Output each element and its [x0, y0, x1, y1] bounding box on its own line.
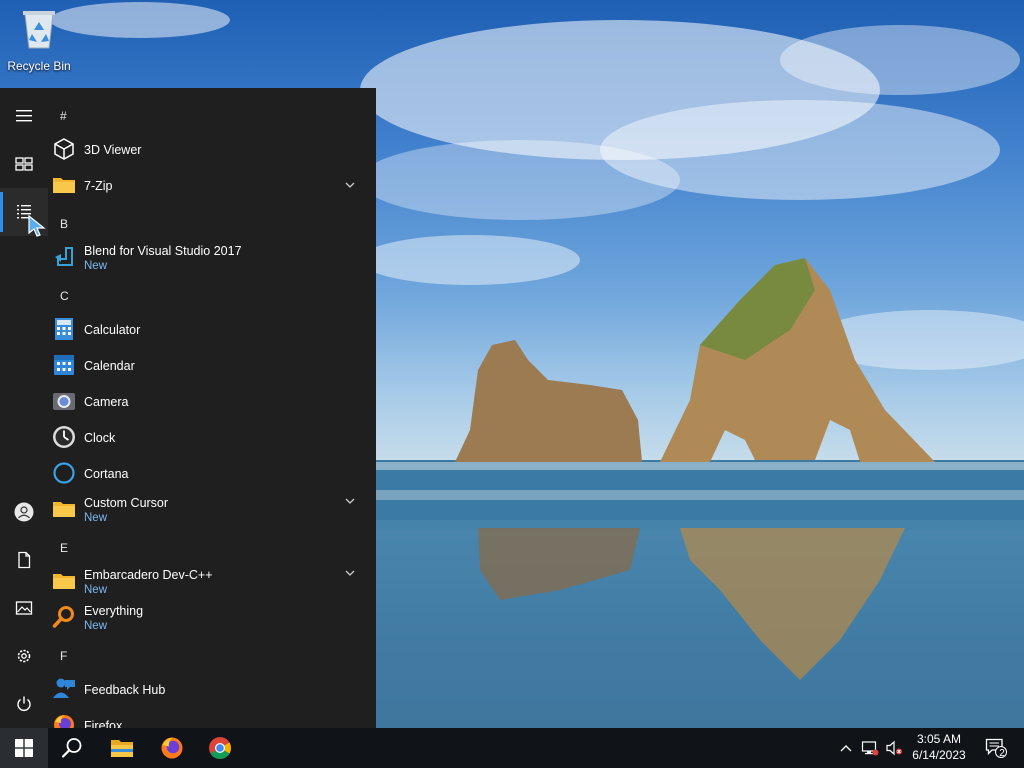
file-explorer-icon	[111, 740, 133, 757]
settings-button[interactable]	[0, 632, 48, 680]
firefox-icon	[161, 737, 183, 759]
app-name: Firefox	[84, 719, 123, 728]
camera-icon	[53, 393, 75, 410]
app-clock[interactable]: Clock	[48, 419, 368, 455]
clock-date: 6/14/2023	[912, 748, 966, 762]
new-label: New	[84, 620, 108, 632]
start-button[interactable]	[0, 728, 48, 768]
letter-header-b[interactable]: B	[60, 217, 68, 231]
search-icon	[61, 738, 82, 758]
app-name: Cortana	[84, 467, 129, 481]
pictures-icon	[15, 601, 33, 615]
chrome-icon	[209, 737, 231, 759]
calendar-icon	[54, 355, 74, 375]
app-name: Feedback Hub	[84, 683, 166, 697]
app-camera[interactable]: Camera	[48, 383, 368, 419]
start-rail	[0, 88, 48, 728]
app-feedback-hub[interactable]: Feedback Hub	[48, 671, 368, 707]
chevron-up-icon	[840, 745, 852, 752]
network-status-button[interactable]	[860, 738, 880, 758]
feedback-hub-icon	[53, 678, 75, 698]
new-label: New	[84, 260, 108, 272]
app-7-zip-folder[interactable]: 7-Zip	[48, 167, 368, 203]
taskbar-search-button[interactable]	[48, 728, 96, 768]
network-disconnected-icon	[861, 741, 879, 756]
firefox-icon	[54, 715, 74, 728]
chevron-down-icon	[345, 498, 355, 504]
app-blend-for-visual-studio[interactable]: Blend for Visual Studio 2017 New	[48, 239, 368, 275]
chevron-down-icon	[345, 182, 355, 188]
clock-time: 3:05 AM	[916, 732, 962, 746]
new-label: New	[84, 512, 108, 524]
app-calculator[interactable]: Calculator	[48, 311, 368, 347]
app-name: 7-Zip	[84, 179, 113, 193]
user-account-icon	[14, 502, 34, 522]
app-name: Blend for Visual Studio 2017	[84, 244, 242, 258]
taskbar: 3:05 AM 6/14/2023 2	[0, 728, 1024, 768]
app-name: Clock	[84, 431, 116, 445]
documents-button[interactable]	[0, 536, 48, 584]
app-firefox[interactable]: Firefox	[48, 707, 368, 728]
user-account-button[interactable]	[0, 488, 48, 536]
taskbar-clock[interactable]: 3:05 AM 6/14/2023	[904, 731, 974, 763]
app-name: Custom Cursor	[84, 496, 169, 510]
mouse-pointer-cursor-icon	[28, 214, 46, 237]
chevron-down-icon	[345, 570, 355, 576]
letter-header-f[interactable]: F	[60, 649, 67, 663]
volume-button[interactable]	[884, 738, 904, 758]
expand-menu-button[interactable]	[0, 92, 48, 140]
app-name: Embarcadero Dev-C++	[84, 568, 213, 582]
app-embarcadero-dev-cpp-folder[interactable]: Embarcadero Dev-C++ New	[48, 563, 368, 599]
folder-icon	[53, 574, 75, 589]
new-label: New	[84, 584, 108, 596]
app-cortana[interactable]: Cortana	[48, 455, 368, 491]
app-name: 3D Viewer	[84, 143, 142, 157]
recycle-bin-label: Recycle Bin	[7, 59, 71, 73]
blend-icon	[54, 247, 74, 267]
show-hidden-icons-button[interactable]	[836, 738, 856, 758]
recycle-bin-icon	[23, 11, 55, 49]
app-name: Calculator	[84, 323, 141, 337]
letter-header-c[interactable]: C	[60, 289, 69, 303]
tiles-button[interactable]	[0, 140, 48, 188]
clock-icon	[53, 426, 75, 448]
app-name: Camera	[84, 395, 129, 409]
notification-count: 2	[999, 748, 1005, 759]
folder-icon	[53, 502, 75, 517]
app-3d-viewer[interactable]: 3D Viewer	[48, 131, 368, 167]
power-button[interactable]	[0, 680, 48, 728]
cube-icon	[54, 138, 74, 160]
taskbar-file-explorer-button[interactable]	[98, 728, 146, 768]
windows-logo-icon	[15, 739, 33, 757]
tiles-icon	[15, 157, 33, 171]
cortana-icon	[53, 462, 75, 484]
taskbar-chrome-button[interactable]	[196, 728, 244, 768]
settings-gear-icon	[17, 649, 31, 663]
recycle-bin-desktop-icon[interactable]: Recycle Bin	[4, 8, 74, 73]
all-apps-button[interactable]	[0, 188, 48, 237]
calculator-icon	[55, 318, 73, 340]
pictures-button[interactable]	[0, 584, 48, 632]
power-icon	[17, 696, 31, 711]
taskbar-firefox-button[interactable]	[148, 728, 196, 768]
app-custom-cursor-folder[interactable]: Custom Cursor New	[48, 491, 368, 527]
app-name: Calendar	[84, 359, 135, 373]
magnifier-icon	[52, 606, 74, 628]
app-calendar[interactable]: Calendar	[48, 347, 368, 383]
start-menu: # 3D Viewer 7-Zip B Blend for Visual Stu…	[0, 88, 376, 728]
all-apps-list: # 3D Viewer 7-Zip B Blend for Visual Stu…	[48, 88, 376, 728]
volume-muted-icon	[886, 740, 902, 756]
folder-icon	[53, 178, 75, 193]
app-name: Everything	[84, 604, 144, 618]
app-everything[interactable]: Everything New	[48, 599, 368, 635]
hamburger-menu-icon	[16, 110, 32, 122]
action-center-button[interactable]: 2	[984, 738, 1008, 759]
letter-header-e[interactable]: E	[60, 541, 68, 555]
letter-header-hash[interactable]: #	[60, 109, 67, 123]
documents-icon	[18, 551, 31, 569]
